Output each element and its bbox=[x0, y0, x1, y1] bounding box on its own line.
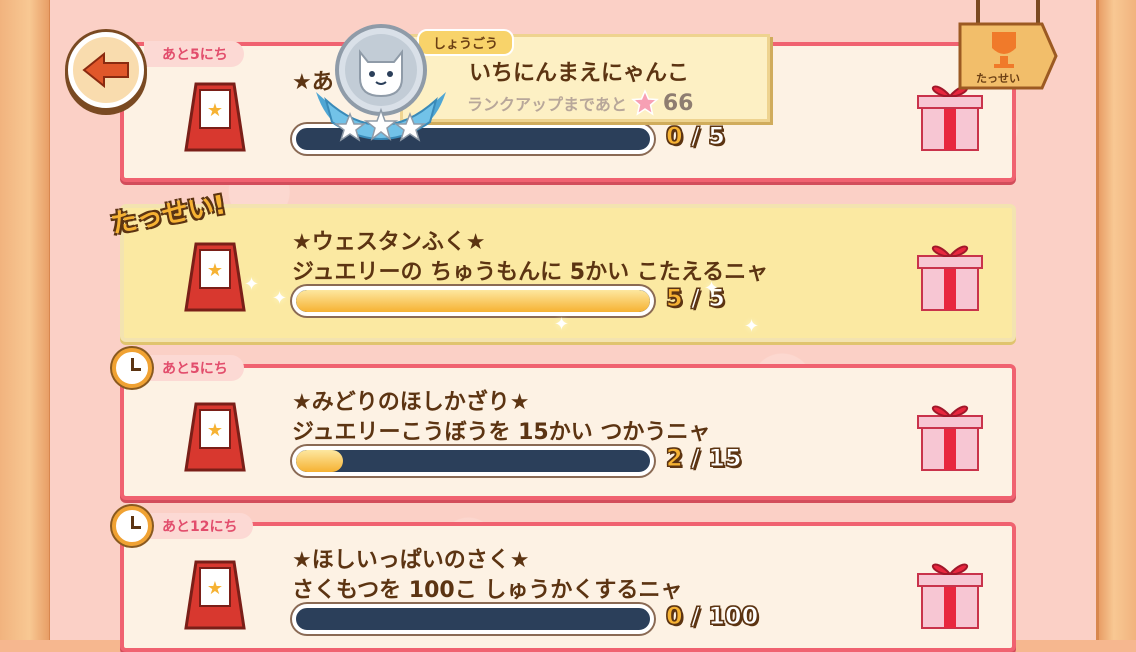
clock-icon bbox=[112, 348, 152, 388]
mission-card[interactable]: あと12にち ★ ★ほしいっぱいのさく★ さくもつを 100こ しゅうかくするニ… bbox=[112, 506, 1016, 652]
mission-card-achieved[interactable]: たっせい! ★ ★ウェスタンふく★ ジュエリーの ちゅうもんに 5かい こたえる… bbox=[109, 190, 1016, 342]
mission-title: ★みどりのほしかざり★ bbox=[292, 390, 530, 415]
clock-icon bbox=[112, 506, 152, 546]
progress-bar bbox=[292, 604, 654, 634]
easel-icon: ★ bbox=[184, 82, 246, 152]
back-button[interactable] bbox=[68, 32, 144, 108]
svg-text:★: ★ bbox=[207, 260, 223, 281]
sparkle-icon: ✦ bbox=[244, 274, 260, 295]
svg-text:★: ★ bbox=[207, 420, 223, 441]
days-left: あと5にち bbox=[144, 355, 244, 381]
gift-box-icon[interactable] bbox=[914, 236, 986, 314]
progress-current: 0 bbox=[666, 602, 684, 631]
progress-bar bbox=[292, 446, 654, 476]
easel-icon: ★ bbox=[184, 402, 246, 472]
progress-goal: 5 bbox=[708, 122, 726, 151]
sparkle-icon: ✦ bbox=[744, 316, 760, 337]
wood-border-right bbox=[1096, 0, 1136, 640]
sparkle-icon: ✦ bbox=[554, 314, 570, 335]
progress-count: 0 / 100 bbox=[666, 602, 759, 631]
progress-bar bbox=[292, 286, 654, 316]
wood-border-left bbox=[0, 0, 52, 640]
rank-count: 66 bbox=[662, 90, 694, 116]
cat-medal-icon bbox=[316, 24, 446, 142]
progress-separator: / bbox=[691, 284, 701, 313]
days-left: あと5にち bbox=[144, 41, 244, 67]
mission-description: ジュエリーこうぼうを 15かい つかうニャ bbox=[292, 420, 711, 445]
days-left: あと12にち bbox=[144, 513, 254, 539]
sparkle-icon: ✦ bbox=[704, 278, 720, 299]
progress-separator: / bbox=[691, 602, 701, 631]
easel-icon: ★ bbox=[184, 560, 246, 630]
progress-fill bbox=[296, 450, 344, 472]
sparkle-icon: ✦ bbox=[272, 288, 288, 309]
timer-tag: あと5にち bbox=[112, 348, 244, 388]
svg-text:★: ★ bbox=[207, 100, 223, 121]
mission-card[interactable]: あと5にち ★ ★みどりのほしかざり★ ジュエリーこうぼうを 15かい つかうニ… bbox=[112, 348, 1016, 500]
progress-fill bbox=[296, 290, 650, 312]
progress-goal: 15 bbox=[708, 444, 742, 473]
title-name: いちにんまえにゃんこ bbox=[469, 61, 690, 86]
progress-goal: 100 bbox=[708, 602, 759, 631]
progress-count: 0 / 5 bbox=[666, 122, 726, 151]
mission-description: ジュエリーの ちゅうもんに 5かい こたえるニャ bbox=[292, 260, 769, 285]
easel-icon: ★ bbox=[184, 242, 246, 312]
arrow-left-icon bbox=[82, 52, 129, 88]
svg-text:★: ★ bbox=[207, 578, 223, 599]
gift-box-icon[interactable] bbox=[914, 396, 986, 474]
progress-current: 0 bbox=[666, 122, 684, 151]
mission-title: ★ウェスタンふく★ bbox=[292, 230, 486, 255]
mission-description: さくもつを 100こ しゅうかくするニャ bbox=[292, 578, 683, 603]
progress-current: 5 bbox=[666, 284, 684, 313]
star-icon bbox=[630, 89, 659, 116]
gift-box-icon[interactable] bbox=[914, 554, 986, 632]
progress-current: 2 bbox=[666, 444, 684, 473]
progress-separator: / bbox=[691, 122, 701, 151]
rank-note: ランクアップまであと 66 bbox=[467, 89, 693, 117]
mission-title: ★ほしいっぱいのさく★ bbox=[292, 548, 530, 573]
achievements-button[interactable]: たっせい bbox=[958, 0, 1058, 92]
rank-note-text: ランクアップまであと bbox=[467, 95, 627, 114]
trophy-label: たっせい bbox=[976, 72, 1020, 85]
progress-count: 2 / 15 bbox=[666, 444, 743, 473]
timer-tag: あと12にち bbox=[112, 506, 254, 546]
progress-separator: / bbox=[691, 444, 701, 473]
